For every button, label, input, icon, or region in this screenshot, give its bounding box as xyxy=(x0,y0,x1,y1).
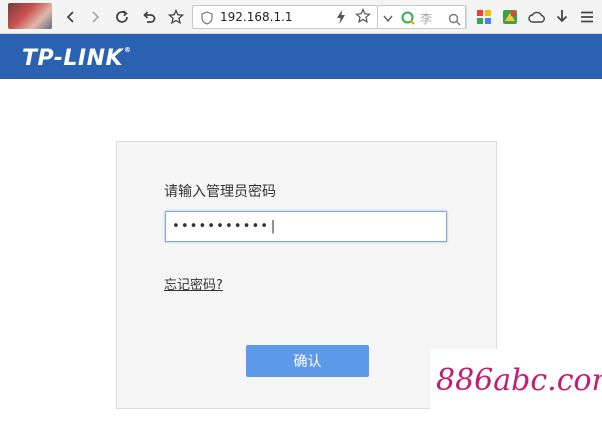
undo-icon[interactable] xyxy=(138,6,160,28)
logo-text: TP-LINK xyxy=(22,46,124,71)
watermark-text: 886abc.com xyxy=(436,363,602,398)
forward-arrow-icon[interactable] xyxy=(84,6,106,28)
user-avatar[interactable] xyxy=(8,3,52,29)
back-arrow-icon[interactable] xyxy=(60,6,82,28)
menu-icon[interactable] xyxy=(576,6,598,28)
favorite-star-icon[interactable] xyxy=(354,7,372,25)
refresh-icon[interactable] xyxy=(111,6,133,28)
lightning-icon[interactable] xyxy=(334,8,348,26)
shield-icon xyxy=(201,10,213,29)
star-icon[interactable] xyxy=(165,6,187,28)
tp-link-logo: TP-LINK® xyxy=(22,46,132,71)
trademark-mark: ® xyxy=(124,46,132,54)
address-url[interactable]: 192.168.1.1 xyxy=(220,10,293,24)
cloud-icon[interactable] xyxy=(526,6,548,28)
search-input[interactable]: 李 xyxy=(420,10,432,27)
toolbar-divider xyxy=(466,5,467,29)
password-field[interactable] xyxy=(165,211,447,242)
browser-toolbar: 192.168.1.1 李 xyxy=(0,0,602,34)
address-bar[interactable]: 192.168.1.1 xyxy=(192,5,378,29)
forgot-password-link[interactable]: 忘记密码? xyxy=(164,274,223,293)
search-box[interactable]: 李 xyxy=(378,5,466,29)
chevron-down-icon[interactable] xyxy=(382,10,394,29)
search-icon[interactable] xyxy=(448,11,461,30)
extension-icon[interactable] xyxy=(499,6,521,28)
search-engine-q-icon xyxy=(400,10,416,30)
grid-apps-icon[interactable] xyxy=(473,6,495,28)
password-prompt: 请输入管理员密码 xyxy=(164,184,276,200)
confirm-button[interactable]: 确认 xyxy=(246,345,369,377)
download-icon[interactable] xyxy=(551,6,573,28)
